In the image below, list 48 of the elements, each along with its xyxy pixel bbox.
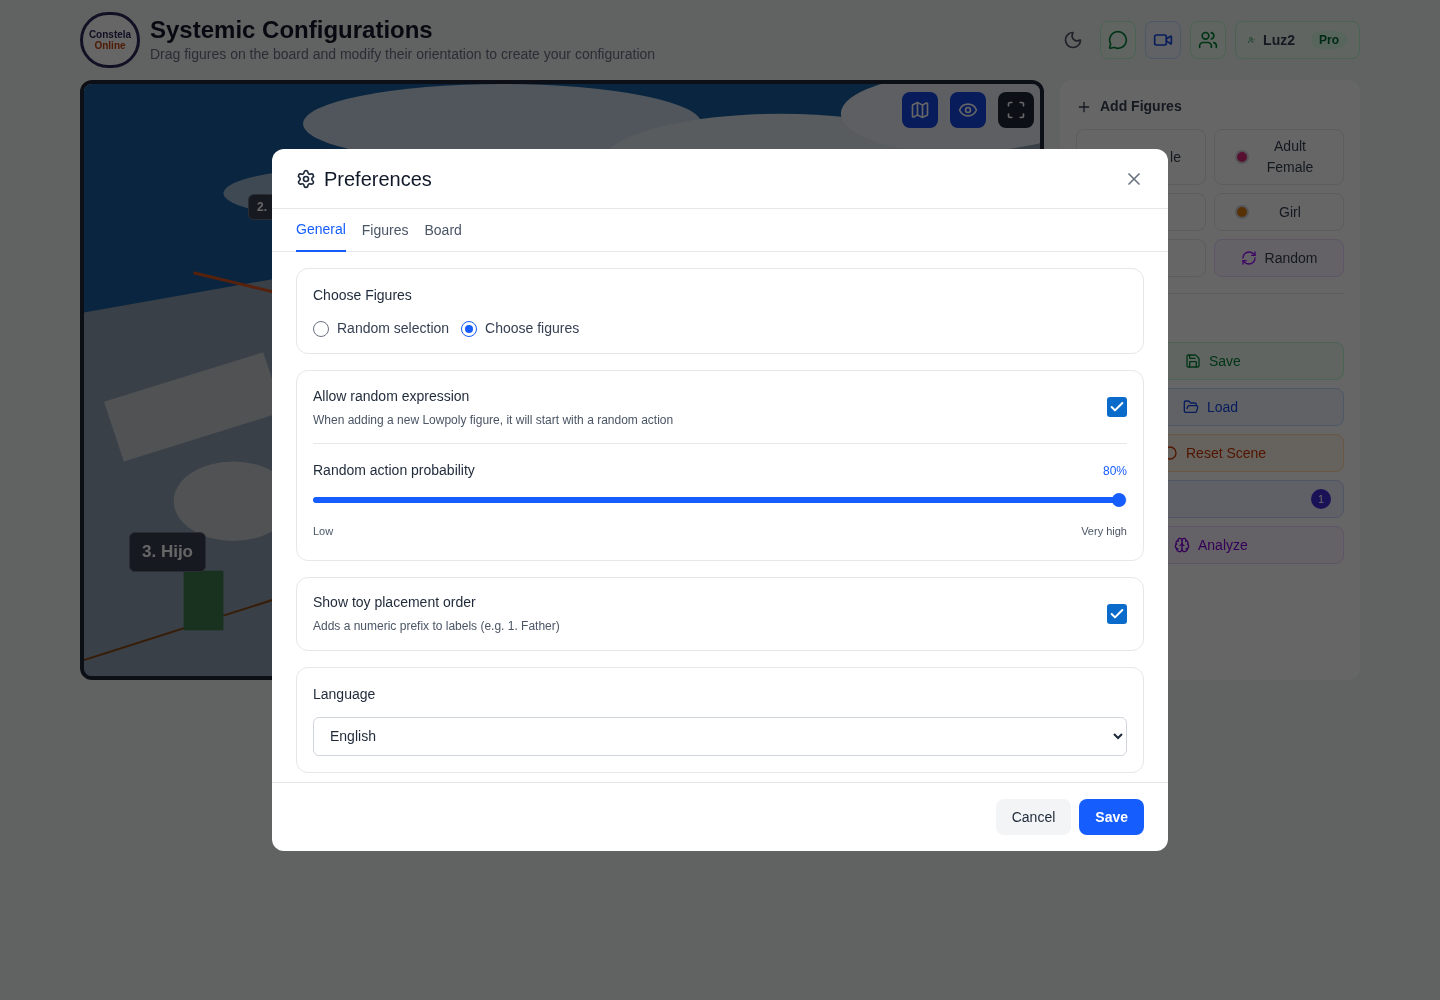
chat-bubble-icon xyxy=(1108,30,1128,50)
logo: Constela Online xyxy=(80,12,140,68)
setting-title: Allow random expression xyxy=(313,386,471,406)
setting-description: When adding a new Lowpoly figure, it will start with a random action xyxy=(313,411,674,429)
panel-title: Add Figures xyxy=(1100,97,1182,116)
save-button[interactable]: Save xyxy=(1079,799,1144,835)
eye-button[interactable] xyxy=(950,92,986,128)
checkbox[interactable] xyxy=(1107,603,1127,624)
page-title: Systemic Configurations xyxy=(150,15,434,44)
video-button[interactable] xyxy=(1145,21,1181,59)
users-button[interactable] xyxy=(1190,21,1226,59)
section-title: Language xyxy=(313,684,377,704)
figure-label: 3. Hijo xyxy=(129,532,206,572)
tab[interactable]: General xyxy=(296,209,346,252)
count-badge: 1 xyxy=(1311,489,1331,509)
cancel-button[interactable]: Cancel xyxy=(995,799,1072,835)
tab[interactable]: Figures xyxy=(361,209,409,252)
save-icon xyxy=(1185,353,1201,369)
refresh-icon xyxy=(1240,250,1257,266)
setting-title: Show toy placement order xyxy=(313,593,477,612)
tab[interactable]: Board xyxy=(424,209,462,252)
chat-button[interactable] xyxy=(1100,21,1136,59)
language-select[interactable]: English xyxy=(313,716,1127,756)
figure-button[interactable]: Adult Female xyxy=(1214,129,1344,185)
radio-option[interactable]: Random selection xyxy=(313,318,450,339)
folder-icon xyxy=(1183,399,1199,415)
slider-thumb[interactable] xyxy=(1111,493,1126,507)
user-button[interactable]: Luz2 Pro xyxy=(1235,21,1360,59)
fullscreen-icon xyxy=(1006,100,1026,120)
eye-icon xyxy=(958,100,978,120)
random-button[interactable]: Random xyxy=(1214,239,1344,277)
checkbox[interactable] xyxy=(1107,397,1127,417)
setting-description: Adds a numeric prefix to labels (e.g. 1. Father) xyxy=(313,618,560,635)
fullscreen-button[interactable] xyxy=(998,92,1034,128)
slider-max-label: Very high xyxy=(1081,524,1127,539)
brain-icon xyxy=(1174,537,1190,553)
slider-min-label: Low xyxy=(313,524,334,539)
settings-icon xyxy=(296,168,316,189)
map-icon xyxy=(910,100,930,120)
figure-button[interactable]: Girl xyxy=(1214,193,1344,231)
plan-badge: Pro xyxy=(1311,31,1347,49)
map-button[interactable] xyxy=(902,92,938,128)
moon-icon[interactable] xyxy=(1063,30,1083,50)
radio-option[interactable]: Choose figures xyxy=(461,318,580,339)
section-title: Choose Figures xyxy=(313,286,413,305)
dialog-title: Preferences xyxy=(324,166,432,192)
users-icon xyxy=(1198,30,1218,50)
setting-title: Random action probability xyxy=(313,461,475,480)
